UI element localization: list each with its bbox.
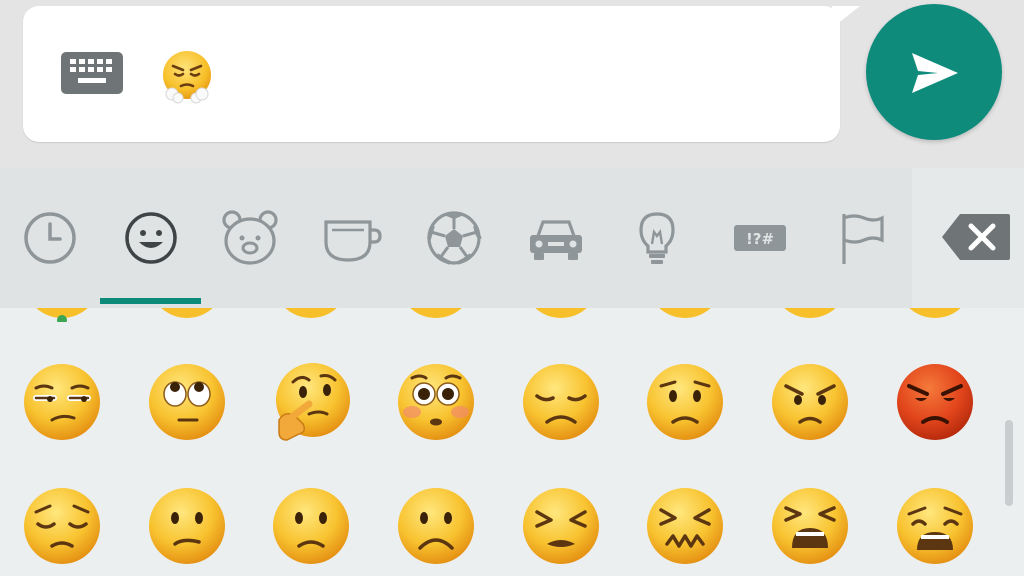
tab-flags[interactable] bbox=[832, 208, 892, 268]
car-icon bbox=[530, 220, 582, 260]
emoji-partial[interactable] bbox=[269, 308, 353, 322]
thinking-face-emoji[interactable] bbox=[269, 360, 353, 444]
backspace-area bbox=[912, 168, 1024, 308]
backspace-button[interactable] bbox=[940, 212, 1012, 262]
tab-activity[interactable] bbox=[424, 208, 484, 268]
unamused-face-emoji[interactable] bbox=[20, 360, 104, 444]
clock-icon bbox=[24, 212, 76, 264]
angry-face-emoji[interactable] bbox=[768, 360, 852, 444]
category-tabs: !?# bbox=[0, 168, 912, 308]
symbols-icon: !?# bbox=[734, 225, 786, 251]
message-input-field[interactable] bbox=[23, 6, 840, 142]
smiley-icon bbox=[125, 212, 177, 264]
emoji-partial[interactable] bbox=[643, 308, 727, 322]
flag-icon bbox=[842, 214, 884, 264]
confused-face-emoji[interactable] bbox=[145, 484, 229, 568]
disappointed-face-emoji[interactable] bbox=[519, 360, 603, 444]
keyboard-icon[interactable] bbox=[61, 52, 123, 94]
input-bubble-tail bbox=[832, 6, 860, 28]
emoji-partial[interactable] bbox=[519, 308, 603, 322]
message-compose-area bbox=[0, 0, 1024, 166]
tab-objects[interactable] bbox=[627, 208, 687, 268]
symbols-label: !?# bbox=[746, 230, 774, 248]
emoji-partial[interactable] bbox=[394, 308, 478, 322]
emoji-partial[interactable] bbox=[20, 308, 104, 322]
tired-face-emoji[interactable] bbox=[768, 484, 852, 568]
confounded-face-emoji[interactable] bbox=[643, 484, 727, 568]
tab-symbols[interactable]: !?# bbox=[730, 208, 790, 268]
send-button[interactable] bbox=[866, 4, 1002, 140]
persevering-face-emoji[interactable] bbox=[519, 484, 603, 568]
emoji-partial[interactable] bbox=[768, 308, 852, 322]
bear-icon bbox=[222, 210, 278, 265]
emoji-partial[interactable] bbox=[893, 308, 977, 322]
soccer-ball-icon bbox=[427, 211, 482, 265]
weary-face-emoji[interactable] bbox=[893, 484, 977, 568]
slightly-frowning-face-emoji[interactable] bbox=[269, 484, 353, 568]
face-with-steam-from-nose-emoji bbox=[160, 48, 216, 104]
worried-face-emoji[interactable] bbox=[643, 360, 727, 444]
tab-travel[interactable] bbox=[526, 208, 586, 268]
face-with-rolling-eyes-emoji[interactable] bbox=[145, 360, 229, 444]
backspace-icon bbox=[942, 214, 1010, 260]
tab-food[interactable] bbox=[322, 208, 382, 268]
tab-smileys[interactable] bbox=[121, 208, 181, 268]
pouting-face-emoji[interactable] bbox=[893, 360, 977, 444]
send-icon bbox=[912, 53, 958, 93]
emoji-grid bbox=[0, 308, 1024, 576]
emoji-partial[interactable] bbox=[145, 308, 229, 322]
selected-tab-indicator bbox=[100, 298, 201, 304]
pensive-face-emoji[interactable] bbox=[20, 484, 104, 568]
cup-icon bbox=[324, 220, 382, 262]
tab-animals[interactable] bbox=[220, 208, 280, 268]
frowning-face-emoji[interactable] bbox=[394, 484, 478, 568]
emoji-category-bar: !?# bbox=[0, 168, 1024, 308]
flushed-face-emoji[interactable] bbox=[394, 360, 478, 444]
emoji-grid-scrollbar[interactable] bbox=[1005, 420, 1013, 506]
tab-recent[interactable] bbox=[20, 208, 80, 268]
lightbulb-icon bbox=[639, 212, 675, 264]
